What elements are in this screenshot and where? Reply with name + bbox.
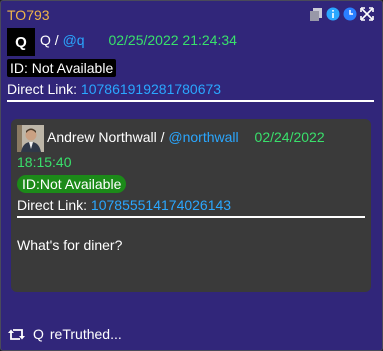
- author-name: Q: [40, 32, 51, 48]
- quoted-post: Andrew Northwall / @northwall 02/24/2022…: [11, 119, 371, 292]
- quoted-time: 18:15:40: [17, 154, 72, 170]
- info-icon[interactable]: [326, 7, 340, 21]
- direct-link-row: Direct Link: 107861919281780673: [7, 81, 221, 97]
- quoted-direct-link-label: Direct Link:: [17, 197, 88, 213]
- quoted-direct-link-row: Direct Link: 107855514174026143: [17, 197, 231, 213]
- copy-icon[interactable]: [309, 7, 323, 21]
- quoted-direct-link[interactable]: 107855514174026143: [91, 197, 231, 213]
- id-badge: ID: Not Available: [7, 59, 117, 77]
- quoted-author-separator: /: [160, 129, 165, 145]
- retruth-icon: [8, 328, 25, 340]
- post-id-label: TO793: [7, 7, 50, 23]
- quoted-date: 02/24/2022: [254, 129, 325, 145]
- quoted-avatar[interactable]: [17, 125, 44, 152]
- post-card: TO793 Q Q / @q 02/25/2022 21:24:34 ID: N…: [0, 0, 383, 351]
- direct-link-label: Direct Link:: [7, 81, 78, 97]
- retruth-user[interactable]: Q: [33, 326, 44, 342]
- retruth-row: Q reTruthed...: [8, 326, 122, 342]
- quoted-divider: [17, 216, 365, 218]
- avatar[interactable]: Q: [7, 28, 35, 56]
- post-tools: [309, 7, 374, 21]
- post-datetime: 02/25/2022 21:24:34: [108, 32, 237, 48]
- quoted-author-handle[interactable]: @northwall: [168, 129, 238, 145]
- direct-link[interactable]: 107861919281780673: [81, 81, 221, 97]
- quoted-author-line: Andrew Northwall / @northwall 02/24/2022: [47, 129, 325, 145]
- clock-icon[interactable]: [343, 7, 357, 21]
- quoted-body: What's for diner?: [17, 237, 123, 253]
- quoted-author-name: Andrew Northwall: [47, 129, 157, 145]
- author-line: Q / @q 02/25/2022 21:24:34: [40, 32, 237, 48]
- expand-icon[interactable]: [360, 7, 374, 21]
- retruth-text: reTruthed...: [49, 326, 122, 342]
- quoted-id-badge: ID:Not Available: [17, 175, 127, 193]
- author-separator: /: [54, 32, 59, 48]
- author-handle[interactable]: @q: [63, 32, 85, 48]
- person-photo-icon: [17, 125, 44, 152]
- divider: [7, 100, 374, 102]
